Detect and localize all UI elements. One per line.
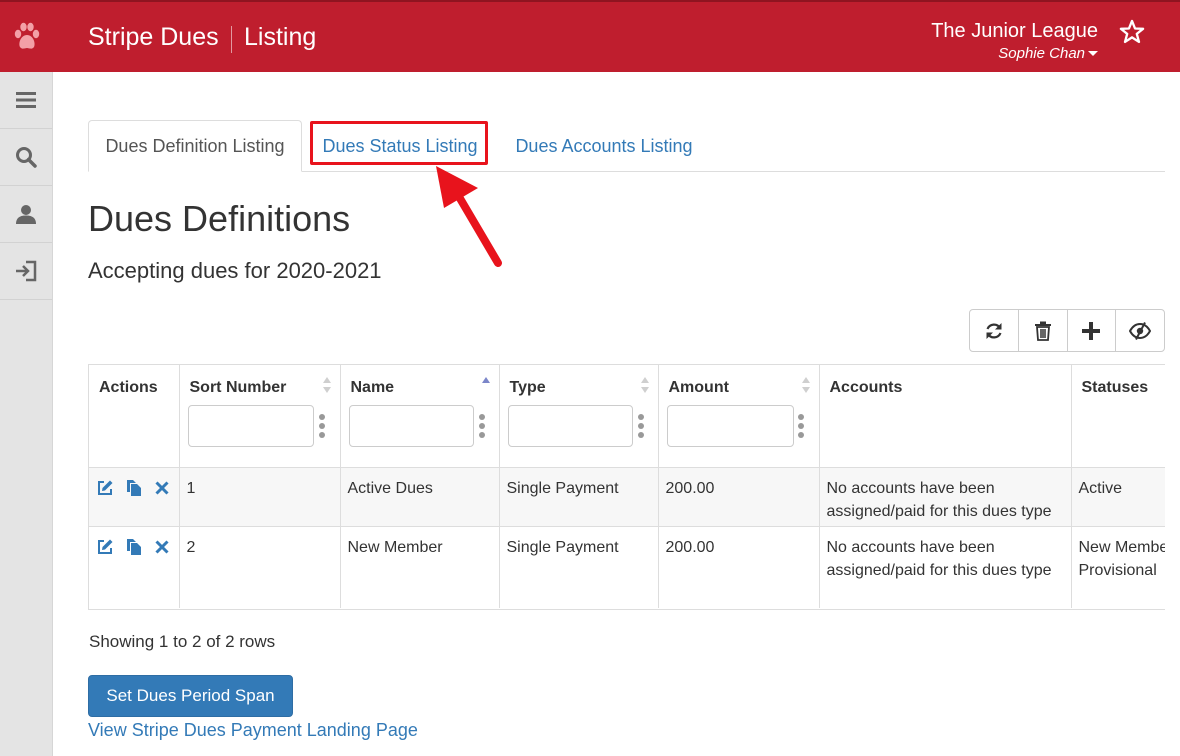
sidebar-search-button[interactable] xyxy=(0,129,52,186)
edit-icon[interactable] xyxy=(96,538,114,556)
page-label: Listing xyxy=(244,23,317,51)
cell-type: Single Payment xyxy=(499,525,659,608)
sort-number-filter-input[interactable] xyxy=(187,405,314,447)
filter-options-icon[interactable] xyxy=(478,414,485,438)
app-title[interactable]: Stripe Dues xyxy=(88,23,219,52)
user-name: Sophie Chan xyxy=(998,45,1085,62)
cell-type: Single Payment xyxy=(499,466,659,526)
column-header-name[interactable]: Name xyxy=(340,365,500,467)
cell-accounts: No accounts have been assigned/paid for … xyxy=(819,525,1072,608)
delete-icon[interactable] xyxy=(154,480,170,496)
tab-bar: Dues Definition Listing Dues Status List… xyxy=(88,120,1165,172)
copy-icon[interactable] xyxy=(125,479,143,497)
delete-button[interactable] xyxy=(1019,310,1068,351)
pagination-info: Showing 1 to 2 of 2 rows xyxy=(89,632,276,651)
column-header-amount[interactable]: Amount xyxy=(658,365,820,467)
row-actions xyxy=(89,525,180,608)
type-filter-input[interactable] xyxy=(507,405,633,447)
caret-down-icon xyxy=(1088,51,1098,56)
column-visibility-button[interactable] xyxy=(1116,310,1164,351)
amount-filter-input[interactable] xyxy=(666,405,794,447)
column-header-actions: Actions xyxy=(89,365,180,467)
title-divider xyxy=(231,26,232,53)
filter-options-icon[interactable] xyxy=(637,414,644,438)
cell-statuses: New Member Provisional xyxy=(1071,525,1165,608)
tab-dues-accounts-listing[interactable]: Dues Accounts Listing xyxy=(504,120,704,172)
refresh-icon xyxy=(986,322,1002,339)
cell-amount: 200.00 xyxy=(658,525,820,608)
cell-name: Active Dues xyxy=(340,466,500,526)
user-menu-dropdown[interactable]: Sophie Chan xyxy=(998,45,1098,62)
delete-icon[interactable] xyxy=(154,539,170,555)
cell-name: New Member xyxy=(340,525,500,608)
cell-accounts: No accounts have been assigned/paid for … xyxy=(819,466,1072,526)
dues-definitions-table: Actions Sort Number Name Type Amount Acc… xyxy=(88,364,1165,610)
top-navbar: Stripe Dues Listing The Junior League So… xyxy=(0,0,1180,72)
sidebar-menu-button[interactable] xyxy=(0,72,52,129)
annotation-arrow-icon xyxy=(436,166,502,267)
column-header-statuses: Statuses xyxy=(1071,365,1165,467)
sort-both-icon[interactable] xyxy=(801,376,811,394)
edit-icon[interactable] xyxy=(96,479,114,497)
sort-ascending-icon[interactable] xyxy=(481,376,491,394)
column-header-accounts: Accounts xyxy=(819,365,1072,467)
row-actions xyxy=(89,466,180,526)
cell-statuses: Active xyxy=(1071,466,1165,526)
dues-period-subtitle: Accepting dues for 2020-2021 xyxy=(88,258,382,283)
tab-dues-definition-listing[interactable]: Dues Definition Listing xyxy=(88,120,302,172)
add-button[interactable] xyxy=(1068,310,1117,351)
sort-both-icon[interactable] xyxy=(322,376,332,394)
column-header-type[interactable]: Type xyxy=(499,365,659,467)
copy-icon[interactable] xyxy=(125,538,143,556)
column-header-sort-number[interactable]: Sort Number xyxy=(179,365,341,467)
annotation-highlight-box xyxy=(310,121,488,165)
table-row: 1 Active Dues Single Payment 200.00 No a… xyxy=(89,466,1165,526)
payment-landing-page-link[interactable]: View Stripe Dues Payment Landing Page xyxy=(88,720,418,741)
left-sidebar xyxy=(0,72,53,756)
plus-icon xyxy=(1082,321,1101,340)
cell-amount: 200.00 xyxy=(658,466,820,526)
sidebar-user-button[interactable] xyxy=(0,186,52,243)
set-dues-period-span-button[interactable]: Set Dues Period Span xyxy=(88,675,293,717)
sidebar-logout-button[interactable] xyxy=(0,243,52,300)
hamburger-menu-icon xyxy=(16,92,36,108)
name-filter-input[interactable] xyxy=(348,405,474,447)
user-icon xyxy=(16,205,36,224)
page-title: Dues Definitions xyxy=(88,198,351,239)
cell-sort-number: 2 xyxy=(179,525,341,608)
filter-options-icon[interactable] xyxy=(318,414,325,438)
sort-both-icon[interactable] xyxy=(640,376,650,394)
sign-out-icon xyxy=(16,260,37,282)
column-visibility-icon xyxy=(1129,321,1152,340)
table-toolbar xyxy=(969,309,1165,352)
filter-options-icon[interactable] xyxy=(797,414,804,438)
cell-sort-number: 1 xyxy=(179,466,341,526)
refresh-button[interactable] xyxy=(970,310,1019,351)
paw-logo-icon[interactable] xyxy=(0,2,53,72)
search-icon xyxy=(16,147,37,168)
table-row: 2 New Member Single Payment 200.00 No ac… xyxy=(89,525,1165,608)
organization-name: The Junior League xyxy=(931,20,1098,42)
star-icon[interactable] xyxy=(1118,18,1146,46)
trash-icon xyxy=(1034,321,1051,341)
